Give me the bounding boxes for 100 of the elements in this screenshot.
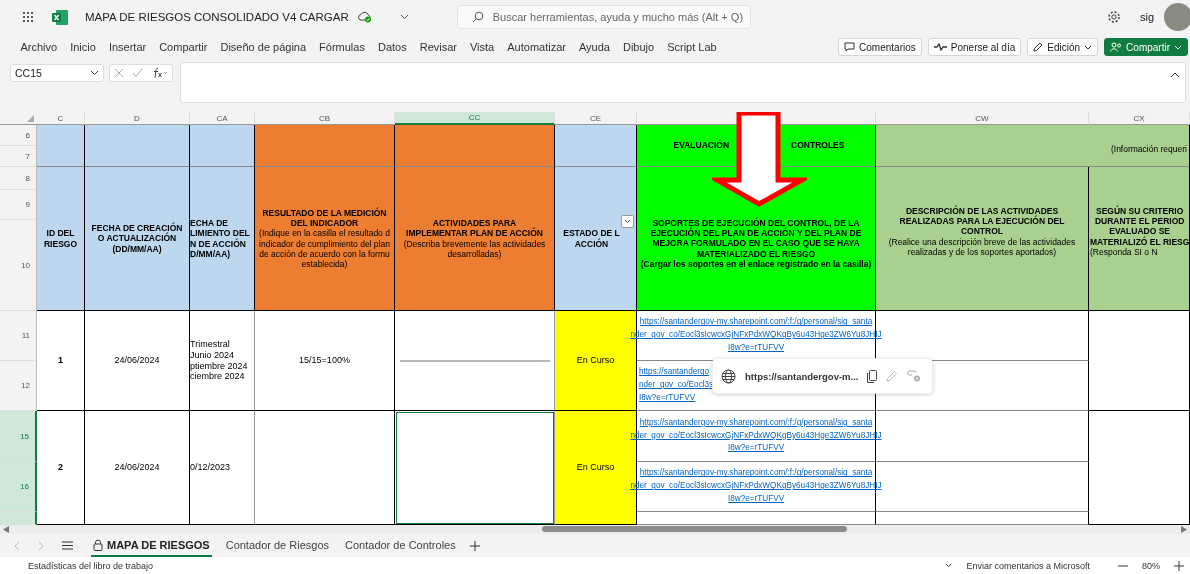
header-text: CONTROLES xyxy=(791,140,845,151)
header-text: SEGÚN SU CRITERIO DURANTE EL PERIOD EVALUADO SE MATERIALIZÓ EL RIESG xyxy=(1090,206,1190,247)
row-header[interactable]: 6 xyxy=(0,125,37,146)
menu-tab[interactable]: Insertar xyxy=(102,41,153,53)
link-url[interactable]: https://santandergov-m... xyxy=(745,370,859,382)
share-button[interactable]: Compartir xyxy=(1104,38,1188,56)
avatar-photo-placeholder[interactable] xyxy=(1164,3,1190,31)
document-title: MAPA DE RIESGOS CONSOLIDADO V4 CARGAR xyxy=(85,11,349,23)
menu-tab[interactable]: Archivo xyxy=(14,41,64,53)
column-header[interactable]: C xyxy=(37,112,85,125)
zoom-in-icon[interactable] xyxy=(1174,560,1184,571)
cancel-icon[interactable] xyxy=(114,68,125,78)
menu-tab[interactable]: Script Lab xyxy=(660,41,724,53)
table-cell: 1 xyxy=(37,311,85,411)
menu-tab[interactable]: Diseño de página xyxy=(213,41,313,53)
column-header[interactable]: CE xyxy=(555,112,637,125)
column-header[interactable]: CA xyxy=(190,112,255,125)
row-header[interactable]: 8 xyxy=(0,167,37,190)
column-header[interactable]: CB xyxy=(255,112,395,125)
menu-tab[interactable]: Datos xyxy=(371,41,414,53)
row-header[interactable]: 15 xyxy=(0,411,37,462)
pulse-line-icon xyxy=(933,43,947,51)
search-field[interactable]: Buscar herramientas, ayuda y mucho más (Alt + Q) xyxy=(456,5,751,29)
scroll-left-icon[interactable] xyxy=(3,526,9,533)
header-text: DESCRIPCIÓN DE LAS ACTIVIDADES REALIZADAS PARA LA EJECUCIÓN DEL CONTROL xyxy=(899,206,1065,237)
header-note: (Realice una descripción breve de las actividades realizadas y de los soportes aportados) xyxy=(888,236,1076,257)
column-header[interactable]: D xyxy=(85,112,190,125)
menu-tab[interactable]: Fórmulas xyxy=(312,41,372,53)
sheet-tab[interactable]: Contador de Riesgos xyxy=(223,534,332,557)
chevron-down-icon[interactable] xyxy=(945,563,953,568)
globe-icon xyxy=(721,368,736,384)
header-text: ID DEL RIESGO xyxy=(43,228,78,249)
header-text: ESTADO DE L ACCIÓN xyxy=(563,228,620,249)
cloud-check-icon xyxy=(356,11,372,23)
chevron-down-icon xyxy=(1084,44,1093,50)
menu-tab[interactable]: Inicio xyxy=(63,41,103,53)
people-icon xyxy=(1110,42,1123,52)
user-name: sig xyxy=(1139,11,1154,23)
column-header[interactable]: CC xyxy=(395,112,555,125)
sheet-tab[interactable]: Contador de Controles xyxy=(343,534,458,557)
column-header[interactable]: CW xyxy=(876,112,1089,125)
filter-dropdown[interactable] xyxy=(621,215,634,228)
zoom-level[interactable]: 80% xyxy=(1142,560,1160,571)
menu-tab[interactable]: Compartir xyxy=(152,41,214,53)
table-cell: 24/06/2024 xyxy=(85,311,190,411)
table-cell[interactable] xyxy=(395,411,555,525)
name-box[interactable]: CC15 xyxy=(10,64,104,82)
header-note: (Responda SI o N xyxy=(1090,246,1158,257)
row-header[interactable]: 9 xyxy=(0,190,37,220)
header-note: (Cargar los soportes en el enlace registrado en la casilla) xyxy=(640,258,872,269)
catch-up-button[interactable]: Ponerse al día xyxy=(927,38,1022,56)
add-sheet-icon[interactable] xyxy=(469,540,480,551)
table-cell: Trimestral Junio 2024 ptiembre 2024 ciembre 2024 xyxy=(190,311,255,411)
lock-icon xyxy=(93,538,103,551)
select-all-icon[interactable] xyxy=(27,115,34,122)
header-text: EVALUACIÓN xyxy=(673,140,730,151)
row-header[interactable]: 16 xyxy=(0,462,37,512)
menu-icon[interactable] xyxy=(62,541,73,550)
row-header[interactable] xyxy=(0,512,37,525)
chevron-down-icon xyxy=(1174,44,1182,50)
menu-tab[interactable]: Ayuda xyxy=(572,41,617,53)
comments-button[interactable]: Comentarios xyxy=(838,38,922,56)
table-cell: 15/15=100% xyxy=(255,311,395,411)
editing-mode-button[interactable]: Edición xyxy=(1027,38,1099,56)
header-text: (Información requeri xyxy=(1110,144,1187,155)
row-header[interactable]: 12 xyxy=(0,361,37,411)
app-launcher-icon[interactable] xyxy=(22,11,34,23)
zoom-out-icon[interactable] xyxy=(1118,564,1128,567)
check-icon[interactable] xyxy=(132,68,144,78)
search-icon xyxy=(471,11,484,23)
workbook-statistics-link[interactable]: Estadísticas del libro de trabajo xyxy=(28,560,154,571)
row-header[interactable]: 7 xyxy=(0,146,37,167)
comment-icon xyxy=(844,42,856,52)
hyperlink[interactable]: https://santandergo nder_gov_co/Eocl3s I8w?e=rTUFVV xyxy=(639,366,714,405)
row-header[interactable]: 11 xyxy=(0,311,37,361)
row-header[interactable]: 10 xyxy=(0,220,37,311)
header-note: (Describa brevemente las actividades desarrolladas) xyxy=(403,238,546,259)
menu-tab[interactable]: Vista xyxy=(463,41,501,53)
chevron-down-icon xyxy=(90,70,99,76)
settings-icon[interactable] xyxy=(1106,10,1121,24)
menu-tab[interactable]: Dibujo xyxy=(616,41,661,53)
scroll-thumb[interactable] xyxy=(542,526,847,532)
scroll-right-icon[interactable] xyxy=(1181,526,1187,533)
function-icon[interactable] xyxy=(151,67,168,79)
menu-tab[interactable]: Revisar xyxy=(413,41,464,53)
menu-tab[interactable]: Automatizar xyxy=(500,41,573,53)
header-note: (Indique en la casilla el resultado d indicador de cumplimiento del plan de acción de acuerdo con la formu establecida) xyxy=(259,228,390,270)
chevron-down-icon xyxy=(624,219,631,224)
feedback-link[interactable]: Enviar comentarios a Microsoft xyxy=(966,560,1090,571)
header-text: ACTIVIDADES PARA IMPLEMENTAR PLAN DE ACCIÓN xyxy=(406,218,543,239)
collapse-icon[interactable] xyxy=(1170,72,1180,78)
spreadsheet-logo-icon[interactable] xyxy=(52,9,68,25)
header-text: RESULTADO DE LA MEDICIÓN DEL INDICADOR xyxy=(262,207,387,229)
pencil-icon xyxy=(1033,42,1044,52)
chevron-down-icon[interactable] xyxy=(399,14,409,20)
copy-icon[interactable] xyxy=(867,369,878,383)
header-text: SOPORTES DE EJECUCIÓN DEL CONTROL, DE LA EJECUCIÓN DEL PLAN DE ACCIÓN Y DEL PLAN DE MEJORA FORMULADO EN EL CASO QUE SE HAYA MATERIALIZADO EL RIESGO xyxy=(650,218,862,259)
column-header[interactable]: CX xyxy=(1089,112,1190,125)
unlink-icon[interactable] xyxy=(907,370,922,382)
formula-input[interactable] xyxy=(180,62,1186,103)
